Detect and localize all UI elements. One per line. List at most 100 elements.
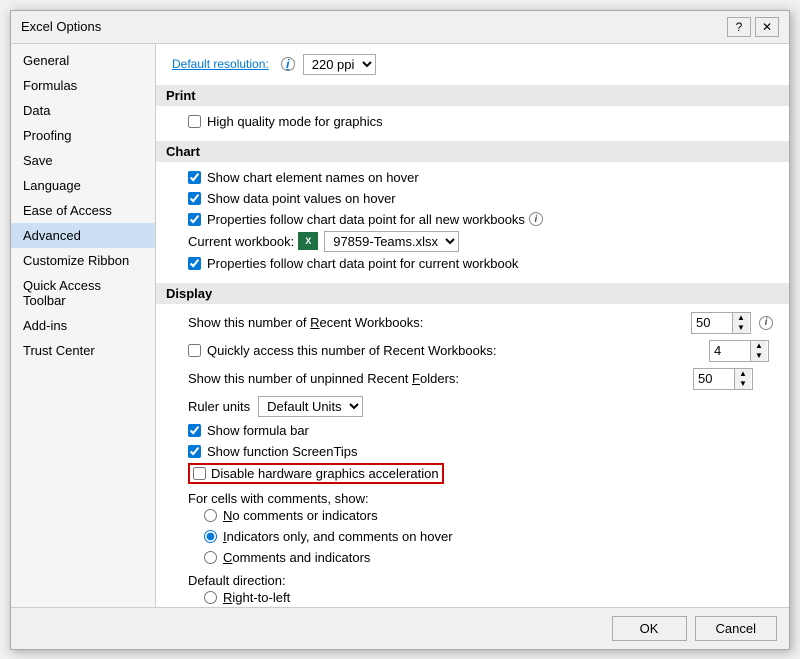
rtl-radio[interactable] [204, 591, 217, 604]
screentips-row: Show function ScreenTips [188, 442, 773, 461]
sidebar: GeneralFormulasDataProofingSaveLanguageE… [11, 44, 156, 607]
unpinned-folders-down-btn[interactable]: ▼ [735, 379, 751, 389]
default-resolution-label: Default resolution: [172, 57, 269, 71]
formula-bar-checkbox[interactable] [188, 424, 201, 437]
chart-option-2-checkbox[interactable] [188, 192, 201, 205]
screentips-label: Show function ScreenTips [207, 444, 358, 459]
formula-bar-label: Show formula bar [207, 423, 309, 438]
unpinned-folders-spinner-btns: ▲ ▼ [734, 369, 751, 389]
dialog-title: Excel Options [21, 19, 101, 34]
comments-indicators-radio[interactable] [204, 551, 217, 564]
no-comments-row: No comments or indicators [204, 506, 773, 525]
title-bar: Excel Options ? ✕ [11, 11, 789, 44]
comments-label: For cells with comments, show: [188, 491, 773, 506]
indicators-only-row: Indicators only, and comments on hover [204, 527, 773, 546]
chart-section-header: Chart [156, 141, 789, 162]
excel-icon: X [298, 232, 318, 250]
current-workbook-label: Current workbook: [188, 234, 294, 249]
indicators-only-radio[interactable] [204, 530, 217, 543]
excel-options-dialog: Excel Options ? ✕ GeneralFormulasDataPro… [10, 10, 790, 650]
high-quality-checkbox[interactable] [188, 115, 201, 128]
recent-workbooks-info-icon[interactable]: i [759, 316, 773, 330]
ruler-select[interactable]: Default Units Inches Centimeters Millime… [258, 396, 363, 417]
unpinned-folders-input[interactable] [694, 370, 734, 387]
unpinned-folders-row: Show this number of unpinned Recent Fold… [188, 366, 773, 392]
quick-access-up-btn[interactable]: ▲ [751, 341, 767, 351]
direction-section: Default direction: Right-to-left Left-to… [188, 573, 773, 607]
disable-hw-checkbox[interactable] [193, 467, 206, 480]
sidebar-item-data[interactable]: Data [11, 98, 155, 123]
cancel-button[interactable]: Cancel [695, 616, 777, 641]
quick-access-row: Quickly access this number of Recent Wor… [188, 338, 773, 364]
current-workbook-row: Current workbook: X 97859-Teams.xlsx [188, 231, 773, 252]
dialog-body: GeneralFormulasDataProofingSaveLanguageE… [11, 44, 789, 607]
print-section-header: Print [156, 85, 789, 106]
high-quality-label[interactable]: High quality mode for graphics [207, 114, 383, 129]
screentips-checkbox[interactable] [188, 445, 201, 458]
direction-label: Default direction: [188, 573, 773, 588]
no-comments-radio[interactable] [204, 509, 217, 522]
sidebar-item-advanced[interactable]: Advanced [11, 223, 155, 248]
chart-option-3-row: Properties follow chart data point for a… [188, 210, 773, 229]
current-workbook-select[interactable]: 97859-Teams.xlsx [324, 231, 459, 252]
sidebar-item-save[interactable]: Save [11, 148, 155, 173]
close-button[interactable]: ✕ [755, 17, 779, 37]
unpinned-folders-up-btn[interactable]: ▲ [735, 369, 751, 379]
recent-workbooks-up-btn[interactable]: ▲ [733, 313, 749, 323]
quick-access-checkbox[interactable] [188, 344, 201, 357]
default-resolution-select[interactable]: 220 ppi 96 ppi 150 ppi [303, 54, 376, 75]
help-button[interactable]: ? [727, 17, 751, 37]
chart-option-3-checkbox[interactable] [188, 213, 201, 226]
recent-workbooks-spinner-btns: ▲ ▼ [732, 313, 749, 333]
recent-workbooks-input[interactable] [692, 314, 732, 331]
quick-access-spinner: ▲ ▼ [709, 340, 769, 362]
disable-hw-row: Disable hardware graphics acceleration [188, 463, 444, 484]
sidebar-item-proofing[interactable]: Proofing [11, 123, 155, 148]
title-bar-buttons: ? ✕ [727, 17, 779, 37]
sidebar-item-general[interactable]: General [11, 48, 155, 73]
display-section-header: Display [156, 283, 789, 304]
recent-workbooks-row: Show this number of Recent Workbooks: ▲ … [188, 310, 773, 336]
properties-current-row: Properties follow chart data point for c… [188, 254, 773, 273]
chart-option-1-label: Show chart element names on hover [207, 170, 419, 185]
comments-indicators-row: Comments and indicators [204, 548, 773, 567]
no-comments-label: No comments or indicators [223, 508, 378, 523]
dialog-footer: OK Cancel [11, 607, 789, 649]
default-resolution-info-icon[interactable]: i [281, 57, 295, 71]
rtl-label: Right-to-left [223, 590, 290, 605]
quick-access-label: Quickly access this number of Recent Wor… [207, 343, 497, 358]
recent-workbooks-label: Show this number of Recent Workbooks: [188, 315, 423, 330]
ruler-row: Ruler units Default Units Inches Centime… [188, 394, 773, 419]
ok-button[interactable]: OK [612, 616, 687, 641]
chart-option-2-label: Show data point values on hover [207, 191, 396, 206]
sidebar-item-ribbon[interactable]: Customize Ribbon [11, 248, 155, 273]
chart-option-1-row: Show chart element names on hover [188, 168, 773, 187]
rtl-row: Right-to-left [204, 588, 773, 607]
ruler-label: Ruler units [188, 399, 250, 414]
chart-option-2-row: Show data point values on hover [188, 189, 773, 208]
chart-option-1-checkbox[interactable] [188, 171, 201, 184]
unpinned-folders-spinner: ▲ ▼ [693, 368, 753, 390]
comments-indicators-label: Comments and indicators [223, 550, 370, 565]
quick-access-down-btn[interactable]: ▼ [751, 351, 767, 361]
comments-section: For cells with comments, show: No commen… [188, 491, 773, 567]
recent-workbooks-spinner: ▲ ▼ [691, 312, 751, 334]
sidebar-item-language[interactable]: Language [11, 173, 155, 198]
sidebar-item-ease[interactable]: Ease of Access [11, 198, 155, 223]
sidebar-item-trust[interactable]: Trust Center [11, 338, 155, 363]
chart-option-3-info-icon[interactable]: i [529, 212, 543, 226]
chart-option-3-label: Properties follow chart data point for a… [207, 212, 525, 227]
properties-current-checkbox[interactable] [188, 257, 201, 270]
recent-workbooks-down-btn[interactable]: ▼ [733, 323, 749, 333]
high-quality-row: High quality mode for graphics [188, 112, 773, 131]
disable-hw-label: Disable hardware graphics acceleration [211, 466, 439, 481]
indicators-only-label: Indicators only, and comments on hover [223, 529, 453, 544]
quick-access-input[interactable] [710, 342, 750, 359]
properties-current-label: Properties follow chart data point for c… [207, 256, 518, 271]
sidebar-item-addins[interactable]: Add-ins [11, 313, 155, 338]
formula-bar-row: Show formula bar [188, 421, 773, 440]
sidebar-item-qat[interactable]: Quick Access Toolbar [11, 273, 155, 313]
sidebar-item-formulas[interactable]: Formulas [11, 73, 155, 98]
default-resolution-row: Default resolution: i 220 ppi 96 ppi 150… [172, 54, 773, 75]
main-content: Default resolution: i 220 ppi 96 ppi 150… [156, 44, 789, 607]
